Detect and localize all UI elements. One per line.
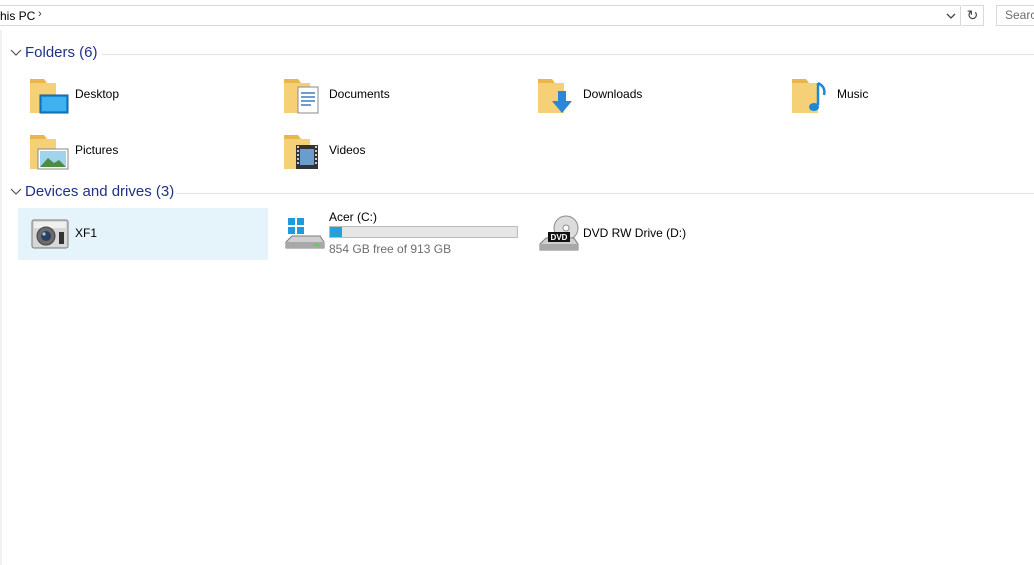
group-title: Devices and drives (3) — [25, 183, 175, 200]
devices-group-header[interactable]: Devices and drives (3) — [8, 183, 1034, 203]
camera-icon — [31, 219, 69, 249]
folder-item-pictures[interactable]: Pictures — [18, 125, 268, 177]
folder-label: Downloads — [583, 87, 643, 101]
folder-label: Music — [837, 87, 869, 101]
search-input[interactable]: Searc — [996, 5, 1034, 26]
group-divider — [176, 193, 1034, 194]
pictures-folder-icon — [30, 135, 69, 170]
group-title: Folders (6) — [25, 44, 98, 61]
folder-item-downloads[interactable]: Downloads — [526, 69, 776, 121]
music-folder-icon — [792, 79, 826, 113]
downloads-folder-icon — [538, 79, 572, 113]
folder-label: Pictures — [75, 143, 119, 157]
folder-item-videos[interactable]: Videos — [272, 125, 522, 177]
device-item-dvd-d[interactable]: DVD DVD RW Drive (D:) — [526, 208, 776, 260]
drive-label: Acer (C:) — [329, 210, 377, 224]
folder-item-documents[interactable]: Documents — [272, 69, 522, 121]
refresh-button[interactable]: ↻ — [962, 5, 984, 26]
dvd-drive-icon: DVD — [539, 215, 579, 251]
address-bar[interactable]: his PC › — [0, 5, 961, 26]
svg-text:DVD: DVD — [551, 233, 568, 242]
device-item-acer-c[interactable]: Acer (C:) 854 GB free of 913 GB — [272, 208, 522, 260]
collapse-chevron-icon[interactable] — [10, 187, 22, 197]
folders-group-header[interactable]: Folders (6) — [8, 44, 1034, 64]
folder-label: Documents — [329, 87, 390, 101]
device-label: XF1 — [75, 226, 98, 240]
documents-folder-icon — [284, 79, 319, 114]
collapse-chevron-icon[interactable] — [10, 48, 22, 58]
nav-pane-edge — [0, 30, 2, 565]
folder-label: Desktop — [75, 87, 120, 101]
breadcrumb-chevron-icon[interactable]: › — [38, 8, 42, 20]
drive-usage-fill — [330, 227, 343, 237]
folder-label: Videos — [329, 143, 366, 157]
drive-free-space: 854 GB free of 913 GB — [329, 242, 452, 256]
videos-folder-icon — [284, 135, 318, 169]
device-label: DVD RW Drive (D:) — [583, 226, 687, 240]
desktop-folder-icon — [30, 79, 69, 114]
address-path[interactable]: his PC — [0, 9, 35, 23]
folder-item-music[interactable]: Music — [780, 69, 1030, 121]
group-divider — [102, 54, 1034, 55]
windows-drive-icon — [285, 218, 325, 249]
folder-item-desktop[interactable]: Desktop — [18, 69, 268, 121]
device-item-xf1[interactable]: XF1 — [18, 208, 268, 260]
chevron-down-icon[interactable] — [945, 9, 957, 23]
drive-usage-bar — [329, 226, 518, 238]
